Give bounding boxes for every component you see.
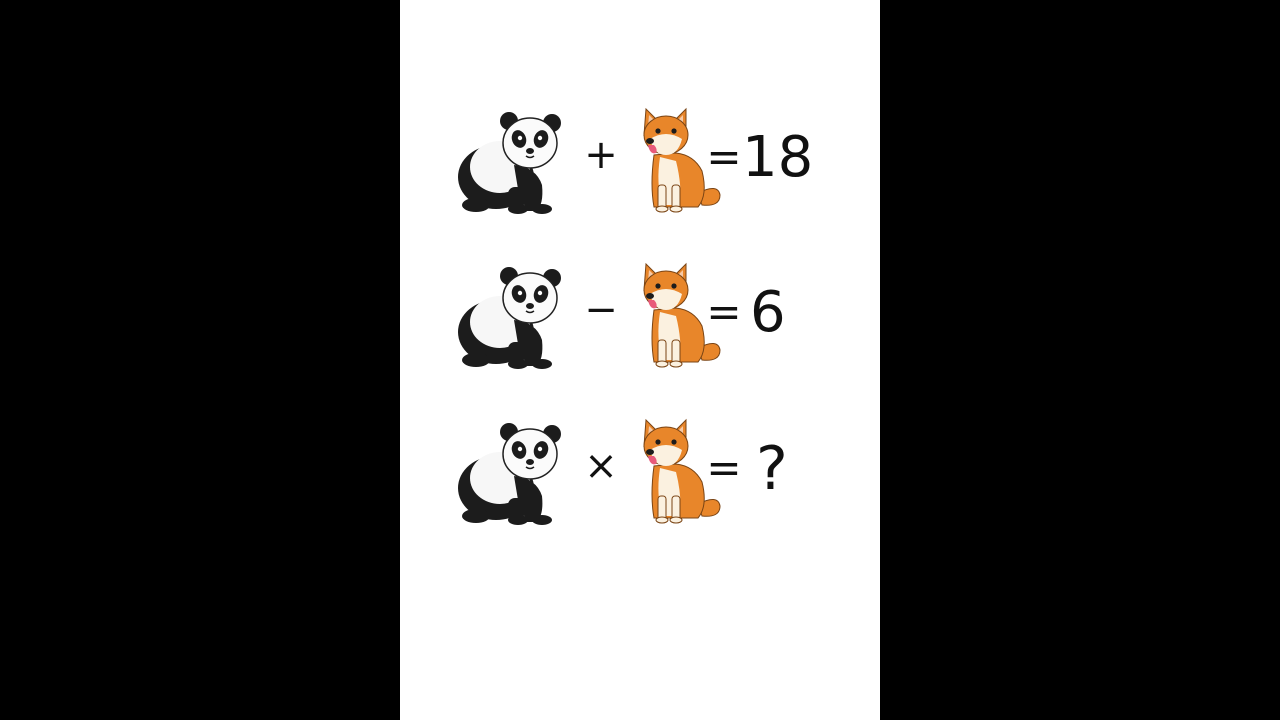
video-frame: + = 18 − = 6 × = ?	[0, 0, 1280, 720]
puzzle-panel: + = 18 − = 6 × = ?	[400, 0, 880, 720]
minus-operator: −	[584, 287, 618, 333]
equals-sign: =	[706, 287, 742, 336]
equals-sign: =	[706, 132, 742, 181]
equation-result: 6	[750, 280, 786, 345]
equation-row-3: × = ?	[400, 416, 880, 526]
question-mark: ?	[756, 434, 788, 504]
equation-result: 18	[742, 125, 814, 190]
plus-operator: +	[584, 132, 618, 178]
panda-icon	[456, 260, 566, 370]
panda-icon	[456, 416, 566, 526]
panda-icon	[456, 105, 566, 215]
times-operator: ×	[584, 443, 618, 489]
equation-row-1: + = 18	[400, 105, 880, 215]
equation-row-2: − = 6	[400, 260, 880, 370]
equals-sign: =	[706, 443, 742, 492]
